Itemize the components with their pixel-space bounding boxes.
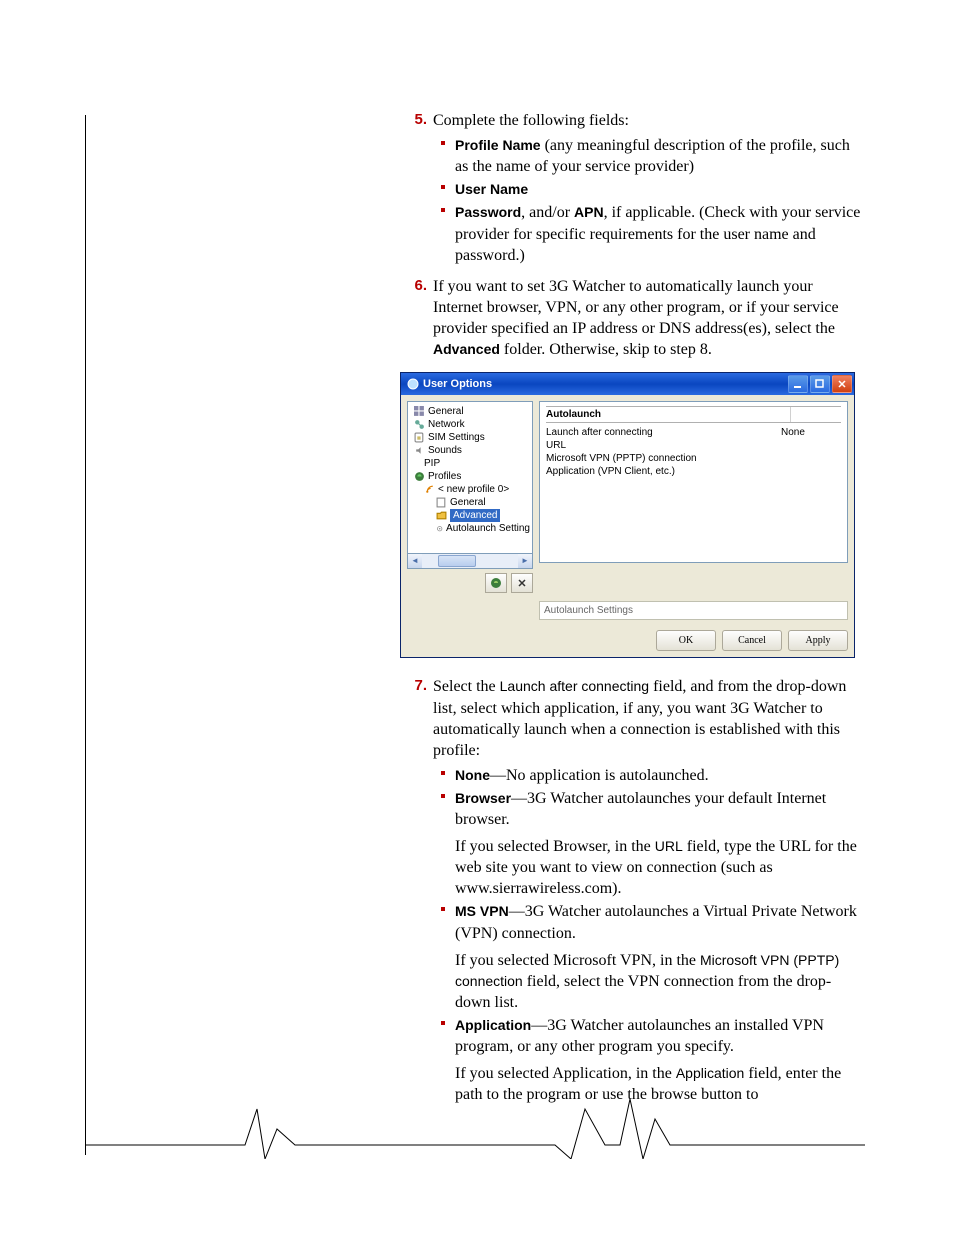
status-text: Autolaunch Settings xyxy=(539,601,848,620)
bullet-profile-name: Profile Name (any meaningful description… xyxy=(433,135,865,177)
tree-sounds[interactable]: Sounds xyxy=(428,444,462,457)
dialog-title: User Options xyxy=(423,377,492,392)
step-number: 6. xyxy=(405,276,427,296)
folder-open-icon xyxy=(436,510,447,521)
bullet-icon xyxy=(441,771,445,775)
step-5-intro: Complete the following fields: xyxy=(433,112,629,129)
row-application[interactable]: Application (VPN Client, etc.) xyxy=(546,465,841,478)
tree-new-profile[interactable]: < new profile 0> xyxy=(438,483,509,496)
tree-profile-general[interactable]: General xyxy=(450,496,486,509)
left-margin-rule xyxy=(85,115,86,1155)
scroll-thumb[interactable] xyxy=(438,555,476,567)
tree-pip[interactable]: PIP xyxy=(424,457,440,470)
bullet-icon xyxy=(441,141,445,145)
bullet-browser: Browser—3G Watcher autolaunches your def… xyxy=(433,788,865,830)
step-7: 7. Select the Launch after connecting fi… xyxy=(405,676,865,1105)
ekg-footer-decoration xyxy=(85,1079,865,1159)
step-6: 6. If you want to set 3G Watcher to auto… xyxy=(405,276,865,360)
autolaunch-panel: Autolaunch Launch after connectingNone U… xyxy=(539,401,848,563)
close-button[interactable] xyxy=(832,375,852,393)
user-options-dialog: User Options General Network SIM Setting… xyxy=(400,372,855,658)
signal-icon xyxy=(424,484,435,495)
tree-advanced-selected[interactable]: Advanced xyxy=(450,509,500,522)
page-icon xyxy=(436,497,447,508)
step-number: 7. xyxy=(405,676,427,696)
minimize-button[interactable] xyxy=(788,375,808,393)
note-browser: If you selected Browser, in the URL fiel… xyxy=(433,836,865,899)
tree-sim[interactable]: SIM Settings xyxy=(428,431,485,444)
bullet-icon xyxy=(441,907,445,911)
delete-profile-button[interactable] xyxy=(511,573,533,593)
sim-icon xyxy=(414,432,425,443)
bullet-password-apn: Password, and/or APN, if applicable. (Ch… xyxy=(433,202,865,265)
row-msvpn[interactable]: Microsoft VPN (PPTP) connection xyxy=(546,452,841,465)
network-icon xyxy=(414,419,425,430)
tree-h-scrollbar[interactable]: ◄ ► xyxy=(407,554,533,569)
step-5: 5. Complete the following fields: Profil… xyxy=(405,110,865,266)
row-url[interactable]: URL xyxy=(546,439,841,452)
gear-icon xyxy=(436,523,443,534)
bullet-icon xyxy=(441,208,445,212)
profiles-icon xyxy=(414,471,425,482)
row-launch-after[interactable]: Launch after connectingNone xyxy=(546,426,841,439)
options-tree[interactable]: General Network SIM Settings Sounds PIP … xyxy=(407,401,533,554)
tree-autolaunch[interactable]: Autolaunch Setting xyxy=(446,522,530,535)
apply-button[interactable]: Apply xyxy=(788,630,848,651)
bullet-icon xyxy=(441,794,445,798)
app-icon xyxy=(407,378,419,390)
step-number: 5. xyxy=(405,110,427,130)
bullet-icon xyxy=(441,185,445,189)
scroll-right-button[interactable]: ► xyxy=(518,554,532,568)
body-text: 5. Complete the following fields: Profil… xyxy=(405,110,865,1105)
bullet-user-name: User Name xyxy=(433,179,865,200)
bullet-application: Application—3G Watcher autolaunches an i… xyxy=(433,1015,865,1057)
maximize-button[interactable] xyxy=(810,375,830,393)
bullet-msvpn: MS VPN—3G Watcher autolaunches a Virtual… xyxy=(433,901,865,943)
grid-icon xyxy=(414,406,425,417)
panel-header: Autolaunch xyxy=(546,406,841,423)
launch-after-value: None xyxy=(781,426,841,439)
bullet-icon xyxy=(441,1021,445,1025)
tree-network[interactable]: Network xyxy=(428,418,465,431)
tree-general[interactable]: General xyxy=(428,405,464,418)
sounds-icon xyxy=(414,445,425,456)
tree-profiles[interactable]: Profiles xyxy=(428,470,461,483)
title-bar: User Options xyxy=(401,373,854,395)
ok-button[interactable]: OK xyxy=(656,630,716,651)
cancel-button[interactable]: Cancel xyxy=(722,630,782,651)
add-profile-button[interactable] xyxy=(485,573,507,593)
scroll-left-button[interactable]: ◄ xyxy=(408,554,422,568)
note-msvpn: If you selected Microsoft VPN, in the Mi… xyxy=(433,950,865,1013)
bullet-none: None—No application is autolaunched. xyxy=(433,765,865,786)
